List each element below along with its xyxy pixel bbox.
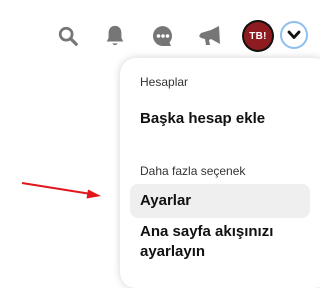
red-arrow-annotation [21,182,101,199]
